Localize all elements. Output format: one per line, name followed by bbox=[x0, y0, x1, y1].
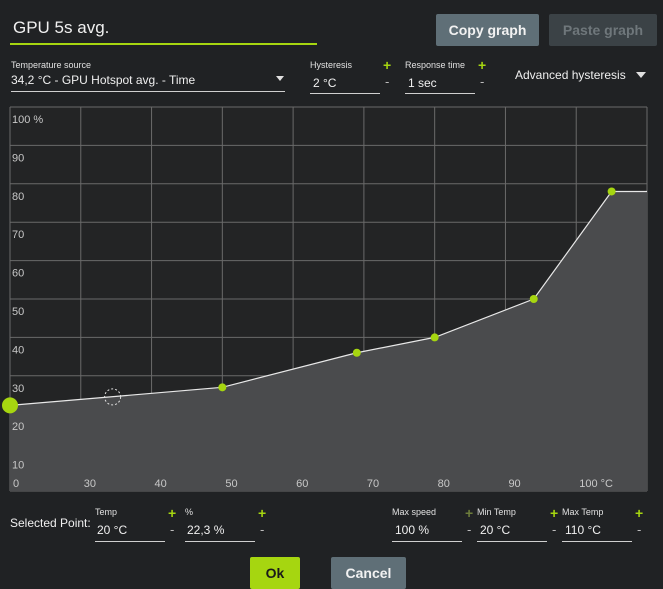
selected-point-label: Selected Point: bbox=[10, 516, 91, 530]
min-temp-label: Min Temp bbox=[477, 507, 516, 517]
hysteresis-input[interactable]: 2 °C bbox=[310, 74, 380, 94]
y-tick-label: 90 bbox=[12, 152, 24, 164]
point-percent-input[interactable]: 22,3 % bbox=[185, 521, 255, 542]
y-tick-label: 80 bbox=[12, 191, 24, 203]
point-percent-increase-icon[interactable]: + bbox=[258, 506, 266, 520]
y-tick-label: 30 bbox=[12, 383, 24, 395]
hysteresis-increase-icon[interactable]: + bbox=[383, 58, 391, 72]
graph-name-input[interactable] bbox=[10, 12, 317, 43]
x-tick-label: 100 °C bbox=[579, 478, 613, 490]
response-time-increase-icon[interactable]: + bbox=[478, 58, 486, 72]
min-temp-increase-icon[interactable]: + bbox=[550, 506, 558, 520]
y-tick-label: 60 bbox=[12, 268, 24, 280]
point-percent-label: % bbox=[185, 507, 194, 517]
x-tick-label: 60 bbox=[296, 478, 308, 490]
y-tick-label: 20 bbox=[12, 421, 24, 433]
x-tick-label: 80 bbox=[438, 478, 450, 490]
point-temp-input[interactable]: 20 °C bbox=[95, 521, 165, 542]
chevron-down-icon[interactable] bbox=[636, 72, 646, 78]
fan-curve-graph[interactable]: 10 20 30 40 50 60 70 80 90 100 % 0 30 40 50 60 70 80 90 10… bbox=[0, 98, 663, 498]
response-time-label: Response time bbox=[405, 60, 466, 70]
advanced-hysteresis-toggle[interactable]: Advanced hysteresis bbox=[515, 68, 626, 82]
cancel-button[interactable]: Cancel bbox=[331, 557, 406, 589]
x-tick-label: 30 bbox=[84, 478, 96, 490]
chevron-down-icon[interactable] bbox=[276, 76, 284, 81]
max-temp-input[interactable]: 110 °C bbox=[562, 521, 632, 542]
response-time-decrease-icon[interactable]: - bbox=[480, 75, 484, 88]
x-tick-label: 50 bbox=[225, 478, 237, 490]
point-percent-decrease-icon[interactable]: - bbox=[260, 523, 264, 536]
point-temp-label: Temp bbox=[95, 507, 118, 517]
x-tick-label: 90 bbox=[508, 478, 520, 490]
point-temp-increase-icon[interactable]: + bbox=[168, 506, 176, 520]
min-temp-decrease-icon[interactable]: - bbox=[552, 523, 556, 536]
y-tick-label: 70 bbox=[12, 229, 24, 241]
curve-point[interactable] bbox=[607, 187, 616, 196]
x-tick-label: 40 bbox=[155, 478, 167, 490]
curve-point[interactable] bbox=[529, 295, 538, 303]
max-temp-label: Max Temp bbox=[562, 507, 604, 517]
max-speed-increase-icon[interactable]: + bbox=[465, 506, 473, 520]
x-tick-label: 0 bbox=[13, 478, 19, 490]
curve-point[interactable] bbox=[430, 333, 439, 342]
curve-point[interactable] bbox=[218, 383, 227, 392]
max-speed-input[interactable]: 100 % bbox=[392, 521, 462, 542]
y-tick-label: 40 bbox=[12, 344, 24, 356]
paste-graph-button[interactable]: Paste graph bbox=[549, 14, 657, 46]
copy-graph-button[interactable]: Copy graph bbox=[436, 14, 539, 46]
graph-name-field-wrap bbox=[10, 12, 317, 45]
response-time-input[interactable]: 1 sec bbox=[405, 74, 475, 94]
temp-source-label: Temperature source bbox=[11, 60, 92, 70]
max-speed-label: Max speed bbox=[392, 507, 437, 517]
hysteresis-decrease-icon[interactable]: - bbox=[385, 75, 389, 88]
y-tick-label: 10 bbox=[12, 460, 24, 472]
max-temp-increase-icon[interactable]: + bbox=[635, 506, 643, 520]
point-temp-decrease-icon[interactable]: - bbox=[170, 523, 174, 536]
y-tick-label: 50 bbox=[12, 306, 24, 318]
temp-source-dropdown[interactable]: 34,2 °C - GPU Hotspot avg. - Time bbox=[11, 71, 285, 92]
max-temp-decrease-icon[interactable]: - bbox=[637, 523, 641, 536]
ok-button[interactable]: Ok bbox=[250, 557, 300, 589]
hysteresis-label: Hysteresis bbox=[310, 60, 353, 70]
y-tick-label: 100 % bbox=[12, 114, 43, 126]
curve-point[interactable] bbox=[352, 348, 361, 357]
x-tick-label: 70 bbox=[367, 478, 379, 490]
min-temp-input[interactable]: 20 °C bbox=[477, 521, 547, 542]
max-speed-decrease-icon[interactable]: - bbox=[467, 523, 471, 536]
selected-curve-point[interactable] bbox=[2, 397, 18, 414]
